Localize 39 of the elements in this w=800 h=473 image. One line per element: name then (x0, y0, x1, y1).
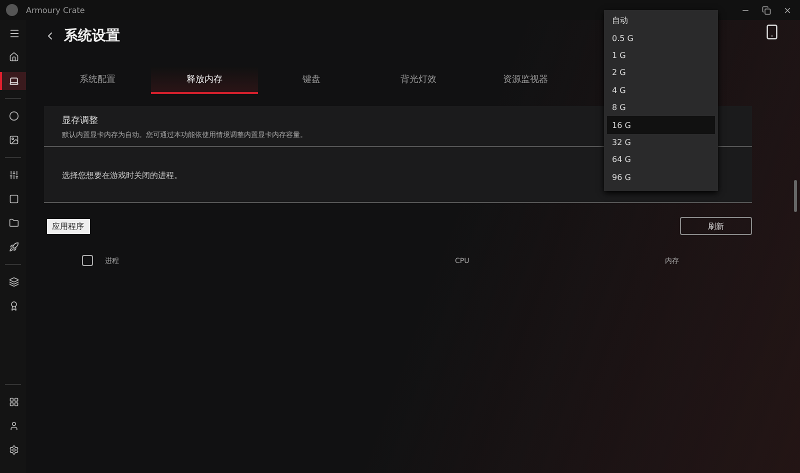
dropdown-option[interactable]: 0.5 G (607, 29, 715, 47)
device-icon[interactable] (9, 76, 19, 86)
app-logo-icon (6, 4, 18, 16)
apps-icon[interactable] (9, 397, 19, 407)
dropdown-option[interactable]: 8 G (607, 98, 715, 116)
user-icon[interactable] (9, 421, 19, 431)
layers-icon[interactable] (9, 277, 19, 287)
gallery-icon[interactable] (9, 135, 19, 145)
refresh-button[interactable]: 刷新 (680, 217, 752, 235)
restore-icon[interactable] (762, 6, 771, 14)
tab[interactable]: 系统配置 (44, 67, 151, 94)
tab[interactable]: 键盘 (258, 67, 365, 94)
filter-tag[interactable]: 应用程序 (44, 218, 90, 234)
home-icon[interactable] (9, 52, 19, 62)
tuner-icon[interactable] (9, 170, 19, 180)
tab[interactable]: 释放内存 (151, 67, 258, 94)
dropdown-option[interactable]: 1 G (607, 46, 715, 64)
dropdown-option[interactable]: 2 G (607, 64, 715, 82)
rocket-icon[interactable] (9, 242, 19, 252)
page-title: 系统设置 (64, 27, 120, 45)
menu-icon[interactable] (8, 28, 20, 38)
folder-icon[interactable] (9, 218, 19, 228)
tab[interactable]: 资源监视器 (472, 67, 579, 94)
dropdown-option[interactable]: 4 G (607, 82, 715, 99)
settings-icon[interactable] (9, 445, 19, 455)
device-nav-button[interactable] (0, 72, 26, 90)
dropdown-option[interactable]: 32 G (607, 134, 715, 152)
phone-icon[interactable] (764, 24, 780, 40)
dropdown-option[interactable]: 64 G (607, 151, 715, 169)
window-title: Armoury Crate (26, 6, 85, 14)
tab[interactable]: 背光灯效 (365, 67, 472, 94)
close-icon[interactable] (783, 6, 792, 14)
dropdown-option[interactable]: 自动 (607, 12, 715, 30)
dropdown-option[interactable]: 96 G (607, 168, 715, 186)
badge-icon[interactable] (9, 301, 19, 311)
process-prompt: 选择您想要在游戏时关闭的进程。 (62, 171, 182, 180)
dropdown-option[interactable]: 16 G (607, 116, 715, 134)
select-all-checkbox[interactable] (82, 255, 93, 266)
section-title: 显存调整 (62, 114, 98, 127)
